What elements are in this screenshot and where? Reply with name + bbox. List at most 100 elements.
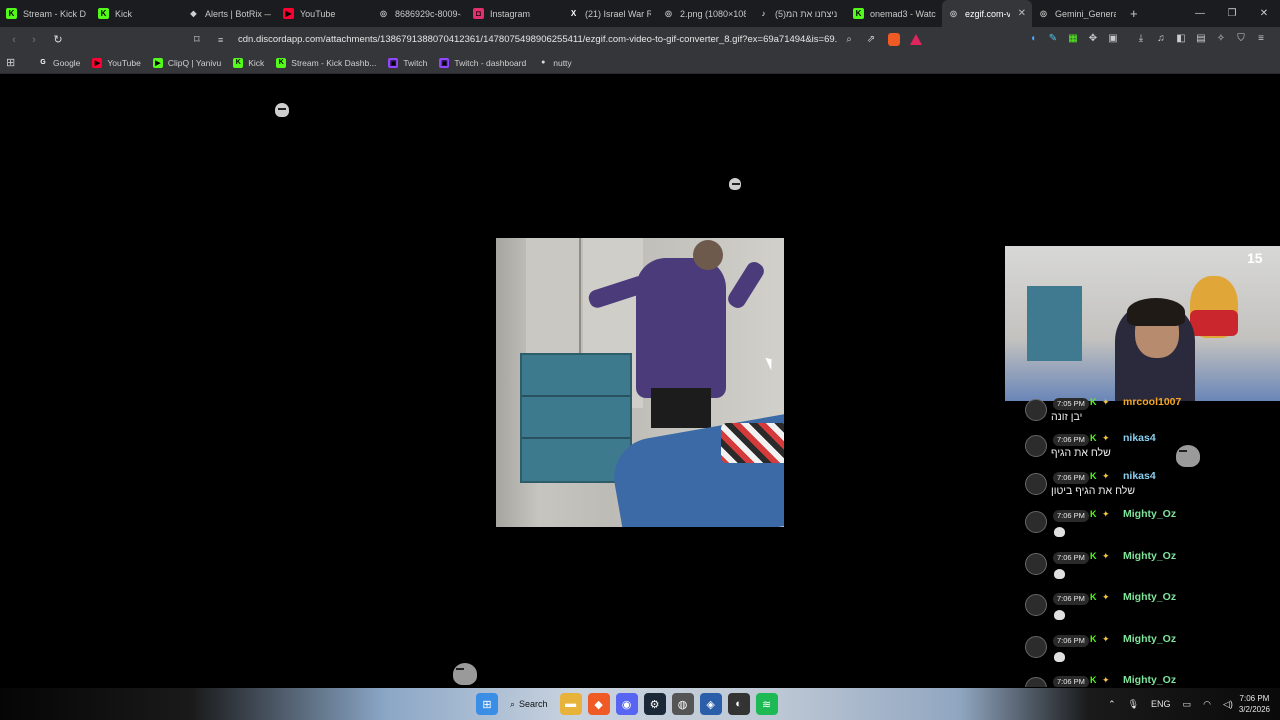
browser-tab[interactable]: Konemad3 - Watc (847, 0, 942, 27)
bookmark-label: Twitch (403, 57, 428, 68)
extension-icon[interactable]: ▦ (1066, 32, 1080, 46)
close-icon[interactable]: ✕ (1248, 0, 1280, 27)
kick-icon: K (233, 57, 244, 68)
taskbar-search[interactable]: ⌕ Search (504, 693, 554, 715)
volume-icon[interactable]: ◁) (1223, 699, 1233, 710)
chat-username: mrcool1007 (1123, 396, 1182, 408)
bookmark-item[interactable]: K Stream - Kick Dashb... (276, 57, 376, 68)
url-text[interactable]: cdn.discordapp.com/attachments/138679138… (238, 34, 838, 45)
bookmark-item[interactable]: ● nutty (538, 58, 572, 68)
brave-icon[interactable]: ◆ (587, 693, 610, 715)
wallet-icon[interactable]: ▤ (1194, 32, 1208, 46)
leo-ai-icon[interactable]: ✧ (1214, 32, 1228, 46)
spotify-icon[interactable]: ≋ (755, 693, 778, 715)
share-icon[interactable]: ⇗ (860, 34, 882, 45)
bookmark-item[interactable]: ▣ Twitch (388, 57, 428, 68)
sidebar-icon[interactable]: ◧ (1174, 32, 1188, 46)
bookmark-label: YouTube (107, 57, 141, 68)
tab-title: onemad3 - Watc (870, 8, 936, 19)
skull-emote-icon (1054, 527, 1065, 537)
start-icon[interactable]: ⊞ (476, 693, 498, 715)
chevron-up-icon[interactable]: ⌃ (1108, 699, 1116, 710)
site-info-icon[interactable]: ≡ (218, 35, 230, 45)
zoom-icon[interactable]: ⌕ (838, 34, 860, 45)
search-icon: ⌕ (510, 698, 516, 709)
menu-icon[interactable]: ≡ (1254, 32, 1268, 46)
discord-icon[interactable]: ◉ (615, 693, 638, 715)
browser-tab[interactable]: ◘ Instagram (467, 0, 562, 27)
google-icon: G (40, 59, 46, 66)
webcam-badge: 15 (1247, 250, 1263, 266)
vpn-icon[interactable]: ⛉ (1234, 32, 1248, 46)
bookmark-item[interactable]: ▶ ClipQ | Yanivu (152, 57, 221, 68)
close-tab-icon[interactable]: ✕ (1018, 8, 1026, 19)
browser-tab[interactable]: K Stream - Kick Da (0, 0, 92, 27)
bookmark-item[interactable]: G Google (38, 58, 80, 68)
puzzle-icon[interactable]: ✥ (1086, 32, 1100, 46)
chat-timestamp: 7:06 PM (1053, 676, 1089, 687)
network-icon[interactable]: ◠ (1203, 699, 1211, 710)
youtube-icon: ▶ (283, 8, 294, 19)
chat-overlay: 7:05 PM K ✦ mrcool1007 יבן זונה 7:06 PM K ✦ nika… (1021, 396, 1280, 687)
instagram-icon: ◘ (473, 8, 484, 19)
chat-timestamp: 7:06 PM (1053, 510, 1089, 522)
language-indicator[interactable]: ENG (1151, 699, 1171, 709)
chat-username: Mighty_Oz (1123, 633, 1177, 645)
browser-tab[interactable]: ◎ 2.png (1080×108 (657, 0, 752, 27)
extension-icon[interactable]: ▣ (1106, 32, 1120, 46)
obs-icon[interactable]: ◍ (671, 693, 694, 715)
browser-tab[interactable]: K Kick (92, 0, 182, 27)
browser-tab[interactable]: ◆ Alerts | BotRix — (182, 0, 277, 27)
skull-emote-icon (1054, 569, 1065, 579)
address-bar[interactable]: ⌑ ≡ cdn.discordapp.com/attachments/13867… (194, 30, 938, 49)
brave-shields-icon[interactable] (888, 33, 900, 46)
avatar (1025, 636, 1047, 658)
avatar (1025, 594, 1047, 616)
kick-icon: K (853, 8, 864, 19)
display-icon[interactable]: ▭ (1183, 699, 1192, 710)
avatar (1025, 553, 1047, 575)
file-explorer-icon[interactable]: ▬ (559, 693, 582, 715)
apps-icon[interactable]: ⊞ (6, 56, 20, 69)
forward-icon[interactable]: › (24, 34, 44, 46)
back-icon[interactable]: ‹ (4, 34, 24, 46)
skull-emote-icon (729, 178, 741, 190)
maximize-icon[interactable]: ❐ (1216, 0, 1248, 27)
botrix-icon: ◆ (190, 9, 197, 18)
browser-tab[interactable]: ▶ YouTube (277, 0, 372, 27)
extension-icon[interactable]: ◖ (1026, 32, 1040, 46)
app-icon[interactable]: ◐ (727, 693, 750, 715)
clipq-icon: ▶ (152, 57, 163, 68)
download-icon[interactable]: ⤓ (1134, 32, 1148, 46)
browser-tab[interactable]: ◎ 8686929c-8009-4 (372, 0, 467, 27)
chat-text: שלח את הגיף ביטון (1051, 485, 1135, 497)
extension-icon[interactable]: ✎ (1046, 32, 1060, 46)
brave-rewards-icon[interactable] (910, 34, 922, 45)
app-icon[interactable]: ◈ (699, 693, 722, 715)
steam-icon[interactable]: ⚙ (643, 693, 666, 715)
browser-tab[interactable]: X (21) Israel War Ro (562, 0, 657, 27)
kick-badge-icon: K (1090, 471, 1097, 481)
divider (1126, 32, 1128, 46)
kick-badge-icon: K (1090, 551, 1097, 561)
bookmark-icon[interactable]: ⌑ (194, 33, 206, 46)
globe-icon: ◎ (665, 9, 672, 18)
minimize-icon[interactable]: — (1184, 0, 1216, 27)
browser-tab[interactable]: ♪ (5)ניצחנו את המ (752, 0, 847, 27)
media-icon[interactable]: ♫ (1154, 32, 1168, 46)
bookmark-item[interactable]: ▶ YouTube (92, 57, 141, 68)
bookmark-item[interactable]: K Kick (233, 57, 264, 68)
bookmark-label: Twitch - dashboard (454, 57, 527, 68)
bookmark-item[interactable]: ▣ Twitch - dashboard (439, 57, 527, 68)
gif-image[interactable] (496, 238, 784, 527)
tab-title: 2.png (1080×108 (680, 8, 746, 19)
browser-tab[interactable]: ◎ Gemini_Generat (1032, 0, 1122, 27)
globe-icon: ◎ (1040, 9, 1047, 18)
reload-icon[interactable]: ↻ (48, 33, 68, 46)
sub-badge-icon: ✦ (1102, 634, 1110, 644)
chat-username: Mighty_Oz (1123, 508, 1177, 520)
clock[interactable]: 7:06 PM 3/2/2026 (1239, 693, 1270, 715)
browser-tab[interactable]: ◎ ezgif.com-vi ✕ (942, 0, 1032, 27)
new-tab-button[interactable]: + (1122, 6, 1146, 21)
microphone-icon[interactable]: 🎙 (1128, 699, 1139, 710)
